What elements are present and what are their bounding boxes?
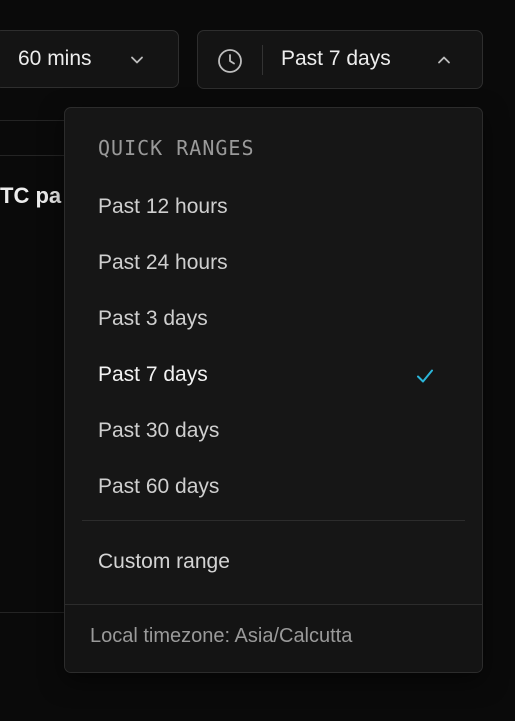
interval-select-label: 60 mins [18,47,92,70]
option-label: Past 60 days [98,475,220,498]
custom-range-option[interactable]: Custom range [65,536,482,592]
select-divider [262,45,263,75]
option-label: Past 12 hours [98,195,228,218]
option-past-30-days[interactable]: Past 30 days [65,405,482,461]
interval-select[interactable]: 60 mins [0,30,179,88]
check-icon [417,369,433,383]
chevron-down-icon [131,56,143,64]
clock-icon [218,49,242,73]
custom-range-label: Custom range [98,550,230,573]
timezone-label: Local timezone: Asia/Calcutta [90,625,353,647]
menu-divider [82,520,465,521]
option-past-24-hours[interactable]: Past 24 hours [65,237,482,293]
section-bottom-divider [0,612,64,613]
option-label: Past 30 days [98,419,220,442]
option-past-60-days[interactable]: Past 60 days [65,461,482,517]
option-past-7-days[interactable]: Past 7 days [65,349,482,405]
option-label: Past 3 days [98,307,208,330]
section-top-divider [0,155,64,156]
option-label: Past 7 days [98,363,208,386]
chart-heading: TC pa [0,183,62,208]
header-divider [0,120,64,121]
chevron-up-icon [438,56,450,64]
option-past-3-days[interactable]: Past 3 days [65,293,482,349]
time-range-label: Past 7 days [281,47,391,70]
time-range-select[interactable]: Past 7 days [197,30,483,89]
option-label: Past 24 hours [98,251,228,274]
option-past-12-hours[interactable]: Past 12 hours [65,181,482,237]
quick-ranges-title: QUICK RANGES [98,136,255,160]
time-range-dropdown: QUICK RANGES Past 12 hours Past 24 hours… [64,107,483,673]
timezone-footer: Local timezone: Asia/Calcutta [65,604,482,672]
